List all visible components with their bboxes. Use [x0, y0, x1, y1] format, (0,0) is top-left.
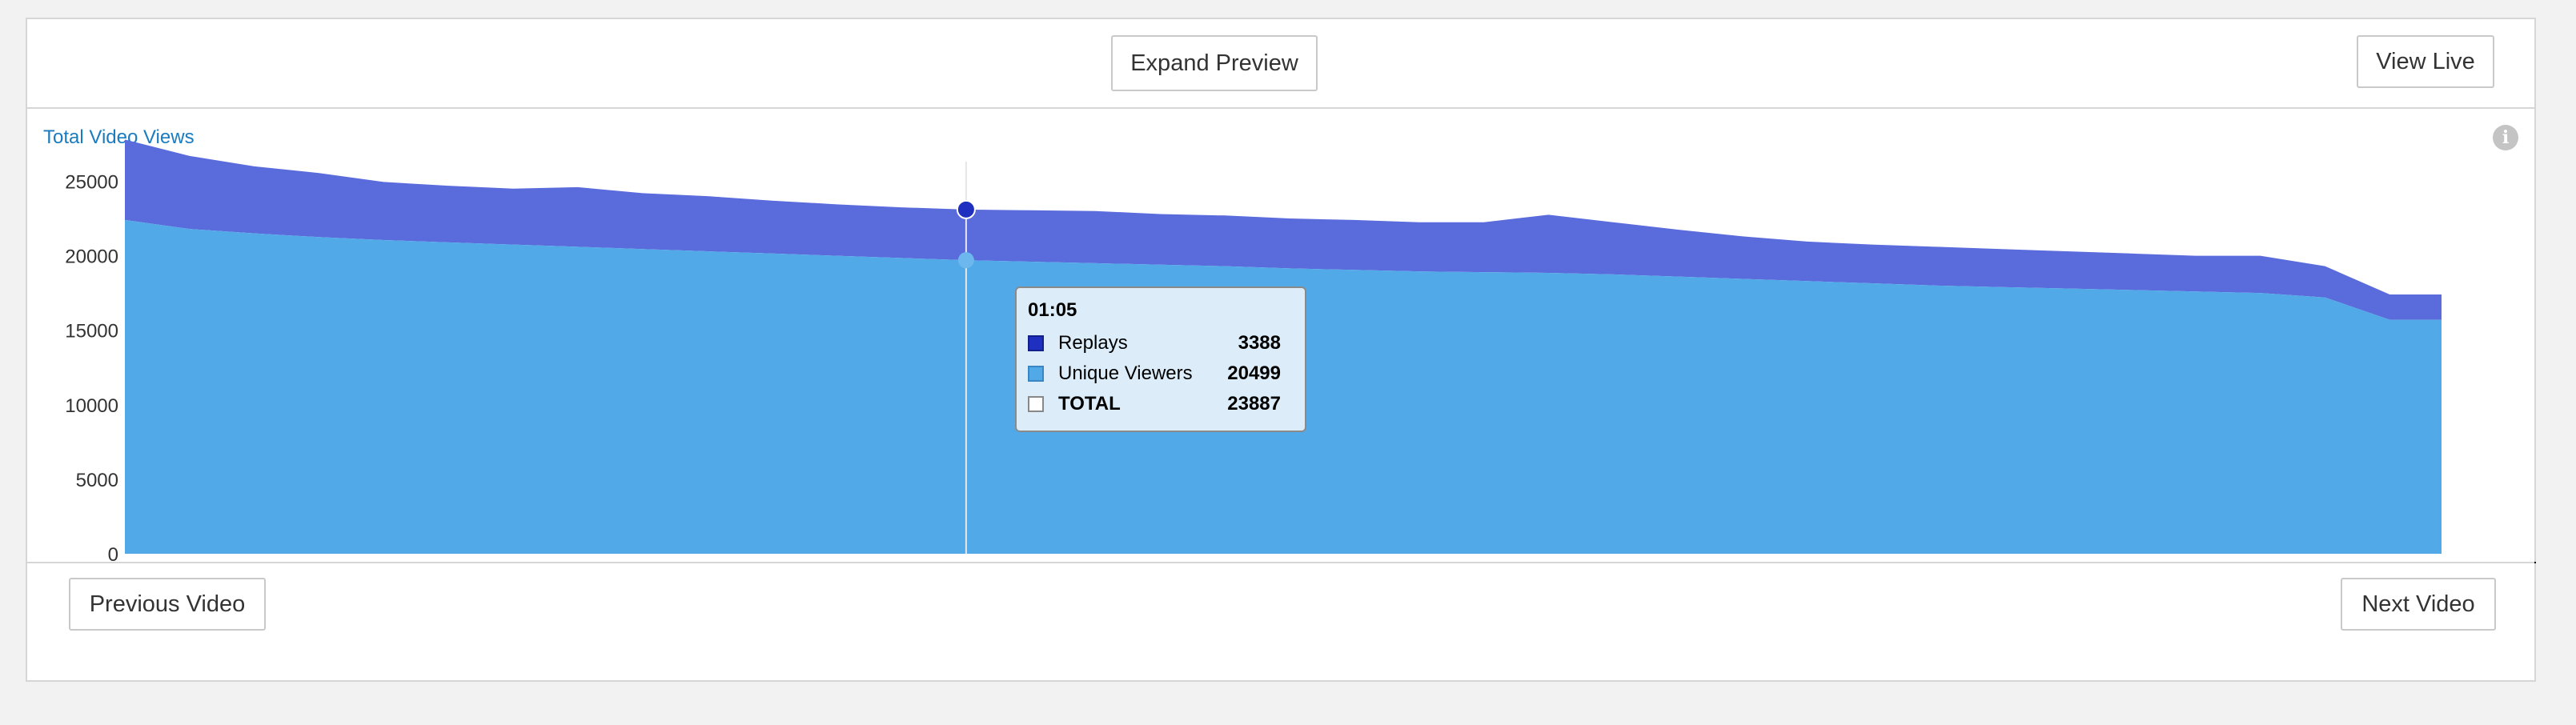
previous-video-button[interactable]: Previous Video: [69, 578, 266, 631]
tooltip-label: TOTAL: [1058, 393, 1121, 415]
total-swatch: [1028, 396, 1044, 412]
tooltip-label: Unique Viewers: [1058, 362, 1193, 384]
tooltip-value: 23887: [1227, 393, 1281, 415]
hover-tooltip: 01:05 Replays 3388 Unique Viewers 20499 …: [1015, 286, 1306, 432]
video-stats-panel: Expand Preview View Live Total Video Vie…: [26, 18, 2536, 682]
y-tick-label: 5000: [76, 470, 118, 491]
y-tick-label: 15000: [65, 321, 118, 342]
y-tick-label: 25000: [65, 171, 118, 193]
tooltip-row-unique-viewers: Unique Viewers 20499: [1028, 358, 1281, 389]
replays-swatch: [1028, 335, 1044, 351]
next-video-button[interactable]: Next Video: [2341, 578, 2496, 631]
tooltip-value: 20499: [1227, 362, 1281, 384]
footer-nav: Previous Video Next Video: [27, 562, 2534, 631]
tooltip-label: Replays: [1058, 332, 1128, 354]
tooltip-row-total: TOTAL 23887: [1028, 389, 1281, 419]
replays-hover-marker: [956, 199, 976, 219]
tooltip-row-replays: Replays 3388: [1028, 328, 1281, 358]
y-axis: 0 5000 10000 15000 20000 25000: [65, 171, 118, 563]
y-tick-label: 0: [108, 544, 118, 563]
y-tick-label: 20000: [65, 246, 118, 268]
unique-viewers-hover-marker: [957, 252, 974, 269]
tooltip-value: 3388: [1238, 332, 1281, 354]
y-tick-label: 10000: [65, 395, 118, 417]
tooltip-time: 01:05: [1028, 299, 1077, 321]
unique-viewers-swatch: [1028, 366, 1044, 382]
